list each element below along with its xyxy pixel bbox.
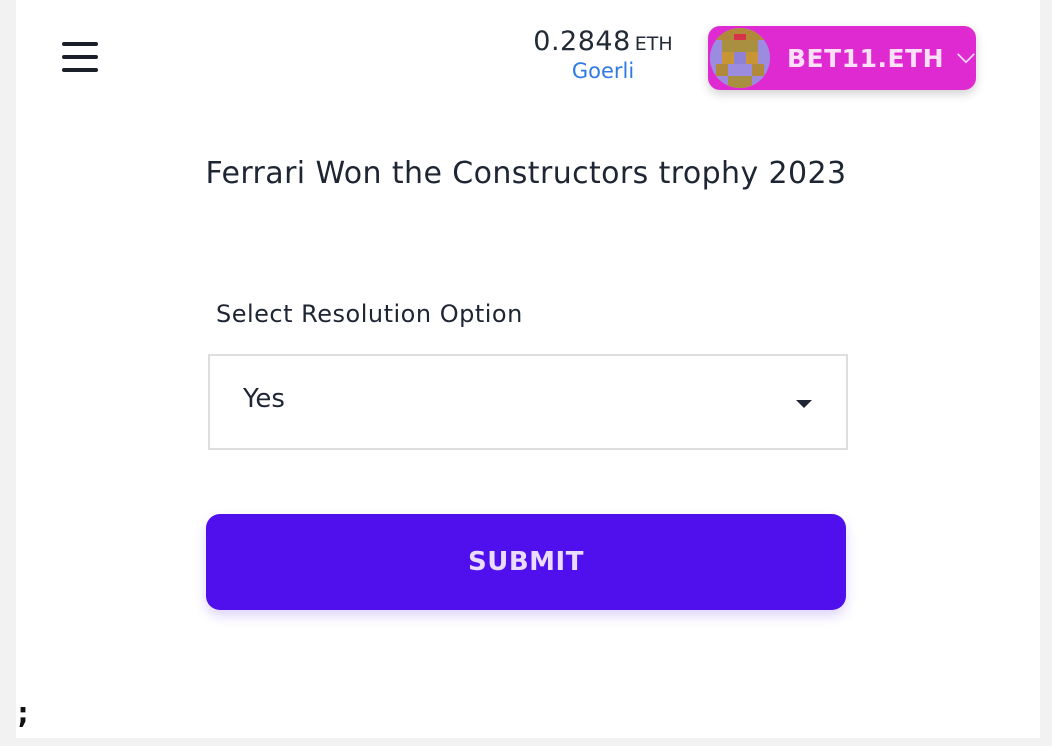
- account-button[interactable]: BET11.ETH: [708, 26, 976, 90]
- resolution-label: Select Resolution Option: [216, 300, 523, 328]
- chevron-down-icon: [957, 53, 975, 64]
- menu-icon-line: [62, 42, 98, 46]
- menu-icon-line: [62, 68, 98, 72]
- submit-button[interactable]: SUBMIT: [206, 514, 846, 610]
- menu-button[interactable]: [62, 42, 98, 72]
- submit-label: SUBMIT: [468, 547, 584, 577]
- avatar-icon: [710, 28, 770, 88]
- resolution-selected-value: Yes: [243, 384, 285, 414]
- resolution-select[interactable]: Yes: [208, 354, 848, 450]
- caret-down-icon: [796, 400, 812, 408]
- menu-icon-line: [62, 55, 98, 59]
- balance-amount: 0.2848: [533, 26, 631, 57]
- network-name: Goerli: [571, 59, 635, 83]
- stray-text: ;: [14, 696, 33, 731]
- question-title: Ferrari Won the Constructors trophy 2023: [205, 156, 847, 191]
- wallet-balance: 0.2848 ETH Goerli: [528, 26, 678, 83]
- account-name: BET11.ETH: [787, 43, 945, 73]
- balance-unit: ETH: [634, 33, 673, 55]
